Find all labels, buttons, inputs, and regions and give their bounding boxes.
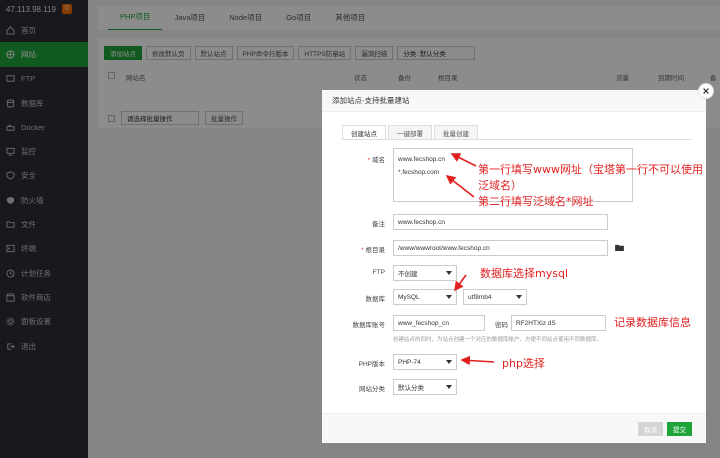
remark-input[interactable]: www.fecshop.cn <box>393 214 608 230</box>
chevron-down-icon <box>446 385 452 389</box>
ftp-select-value: 不创建 <box>398 271 418 278</box>
php-version-value: PHP-74 <box>398 358 421 366</box>
db-charset-value: utf8mb4 <box>468 293 492 301</box>
chevron-down-icon <box>516 295 522 299</box>
folder-icon[interactable] <box>615 244 624 251</box>
close-icon[interactable] <box>698 83 714 99</box>
root-label: * 根目录 <box>361 247 385 254</box>
tab-one-click-deploy[interactable]: 一键部署 <box>388 125 432 139</box>
db-account-label: 数据库账号 <box>352 322 386 329</box>
site-category-select[interactable]: 默认分类 <box>393 379 457 395</box>
submit-button[interactable]: 提交 <box>667 422 692 436</box>
tab-create-site[interactable]: 创建站点 <box>342 125 386 139</box>
tab-batch-create[interactable]: 批量创建 <box>434 125 478 139</box>
category-label: 网站分类 <box>359 386 385 393</box>
ftp-label: FTP <box>372 269 385 276</box>
db-type-value: MySQL <box>398 293 420 301</box>
annotation-domain-line1b: 泛域名） <box>478 179 522 192</box>
annotation-db: 数据库选择mysql <box>480 267 568 280</box>
remark-label: 备注 <box>372 221 385 228</box>
annotation-db-info: 记录数据库信息 <box>614 316 691 329</box>
db-hint: 创建站点的同时，为站点创建一个对应的数据库帐户，方便不同站点使用不同数据库。 <box>393 337 603 343</box>
cancel-button[interactable]: 取消 <box>638 422 663 436</box>
php-version-select[interactable]: PHP-74 <box>393 354 457 370</box>
domain-label: * 域名 <box>367 157 385 164</box>
db-label: 数据库 <box>365 296 386 303</box>
db-pass-input[interactable]: RF2HTXiz dS <box>511 315 606 331</box>
annotation-domain-line2: 第二行填写泛域名*网址 <box>478 195 594 208</box>
root-input[interactable]: /www/wwwroot/www.fecshop.cn <box>393 240 608 256</box>
modal-title: 添加站点-支持批量建站 <box>322 90 706 112</box>
modal-tabs: 创建站点 一键部署 批量创建 <box>342 125 480 139</box>
db-pass-label: 密码 <box>495 322 508 329</box>
annotation-domain-line1: 第一行填写www网址（宝塔第一行不可以使用 <box>478 163 703 176</box>
chevron-down-icon <box>446 295 452 299</box>
chevron-down-icon <box>446 360 452 364</box>
chevron-down-icon <box>446 271 452 275</box>
annotation-php: php选择 <box>502 357 545 370</box>
modal-footer: 取消 提交 <box>322 413 706 443</box>
ftp-select[interactable]: 不创建 <box>393 265 457 281</box>
site-category-value: 默认分类 <box>398 385 424 392</box>
php-label: PHP版本 <box>358 361 385 368</box>
tab-divider <box>342 139 692 140</box>
db-charset-select[interactable]: utf8mb4 <box>463 289 527 305</box>
db-type-select[interactable]: MySQL <box>393 289 457 305</box>
